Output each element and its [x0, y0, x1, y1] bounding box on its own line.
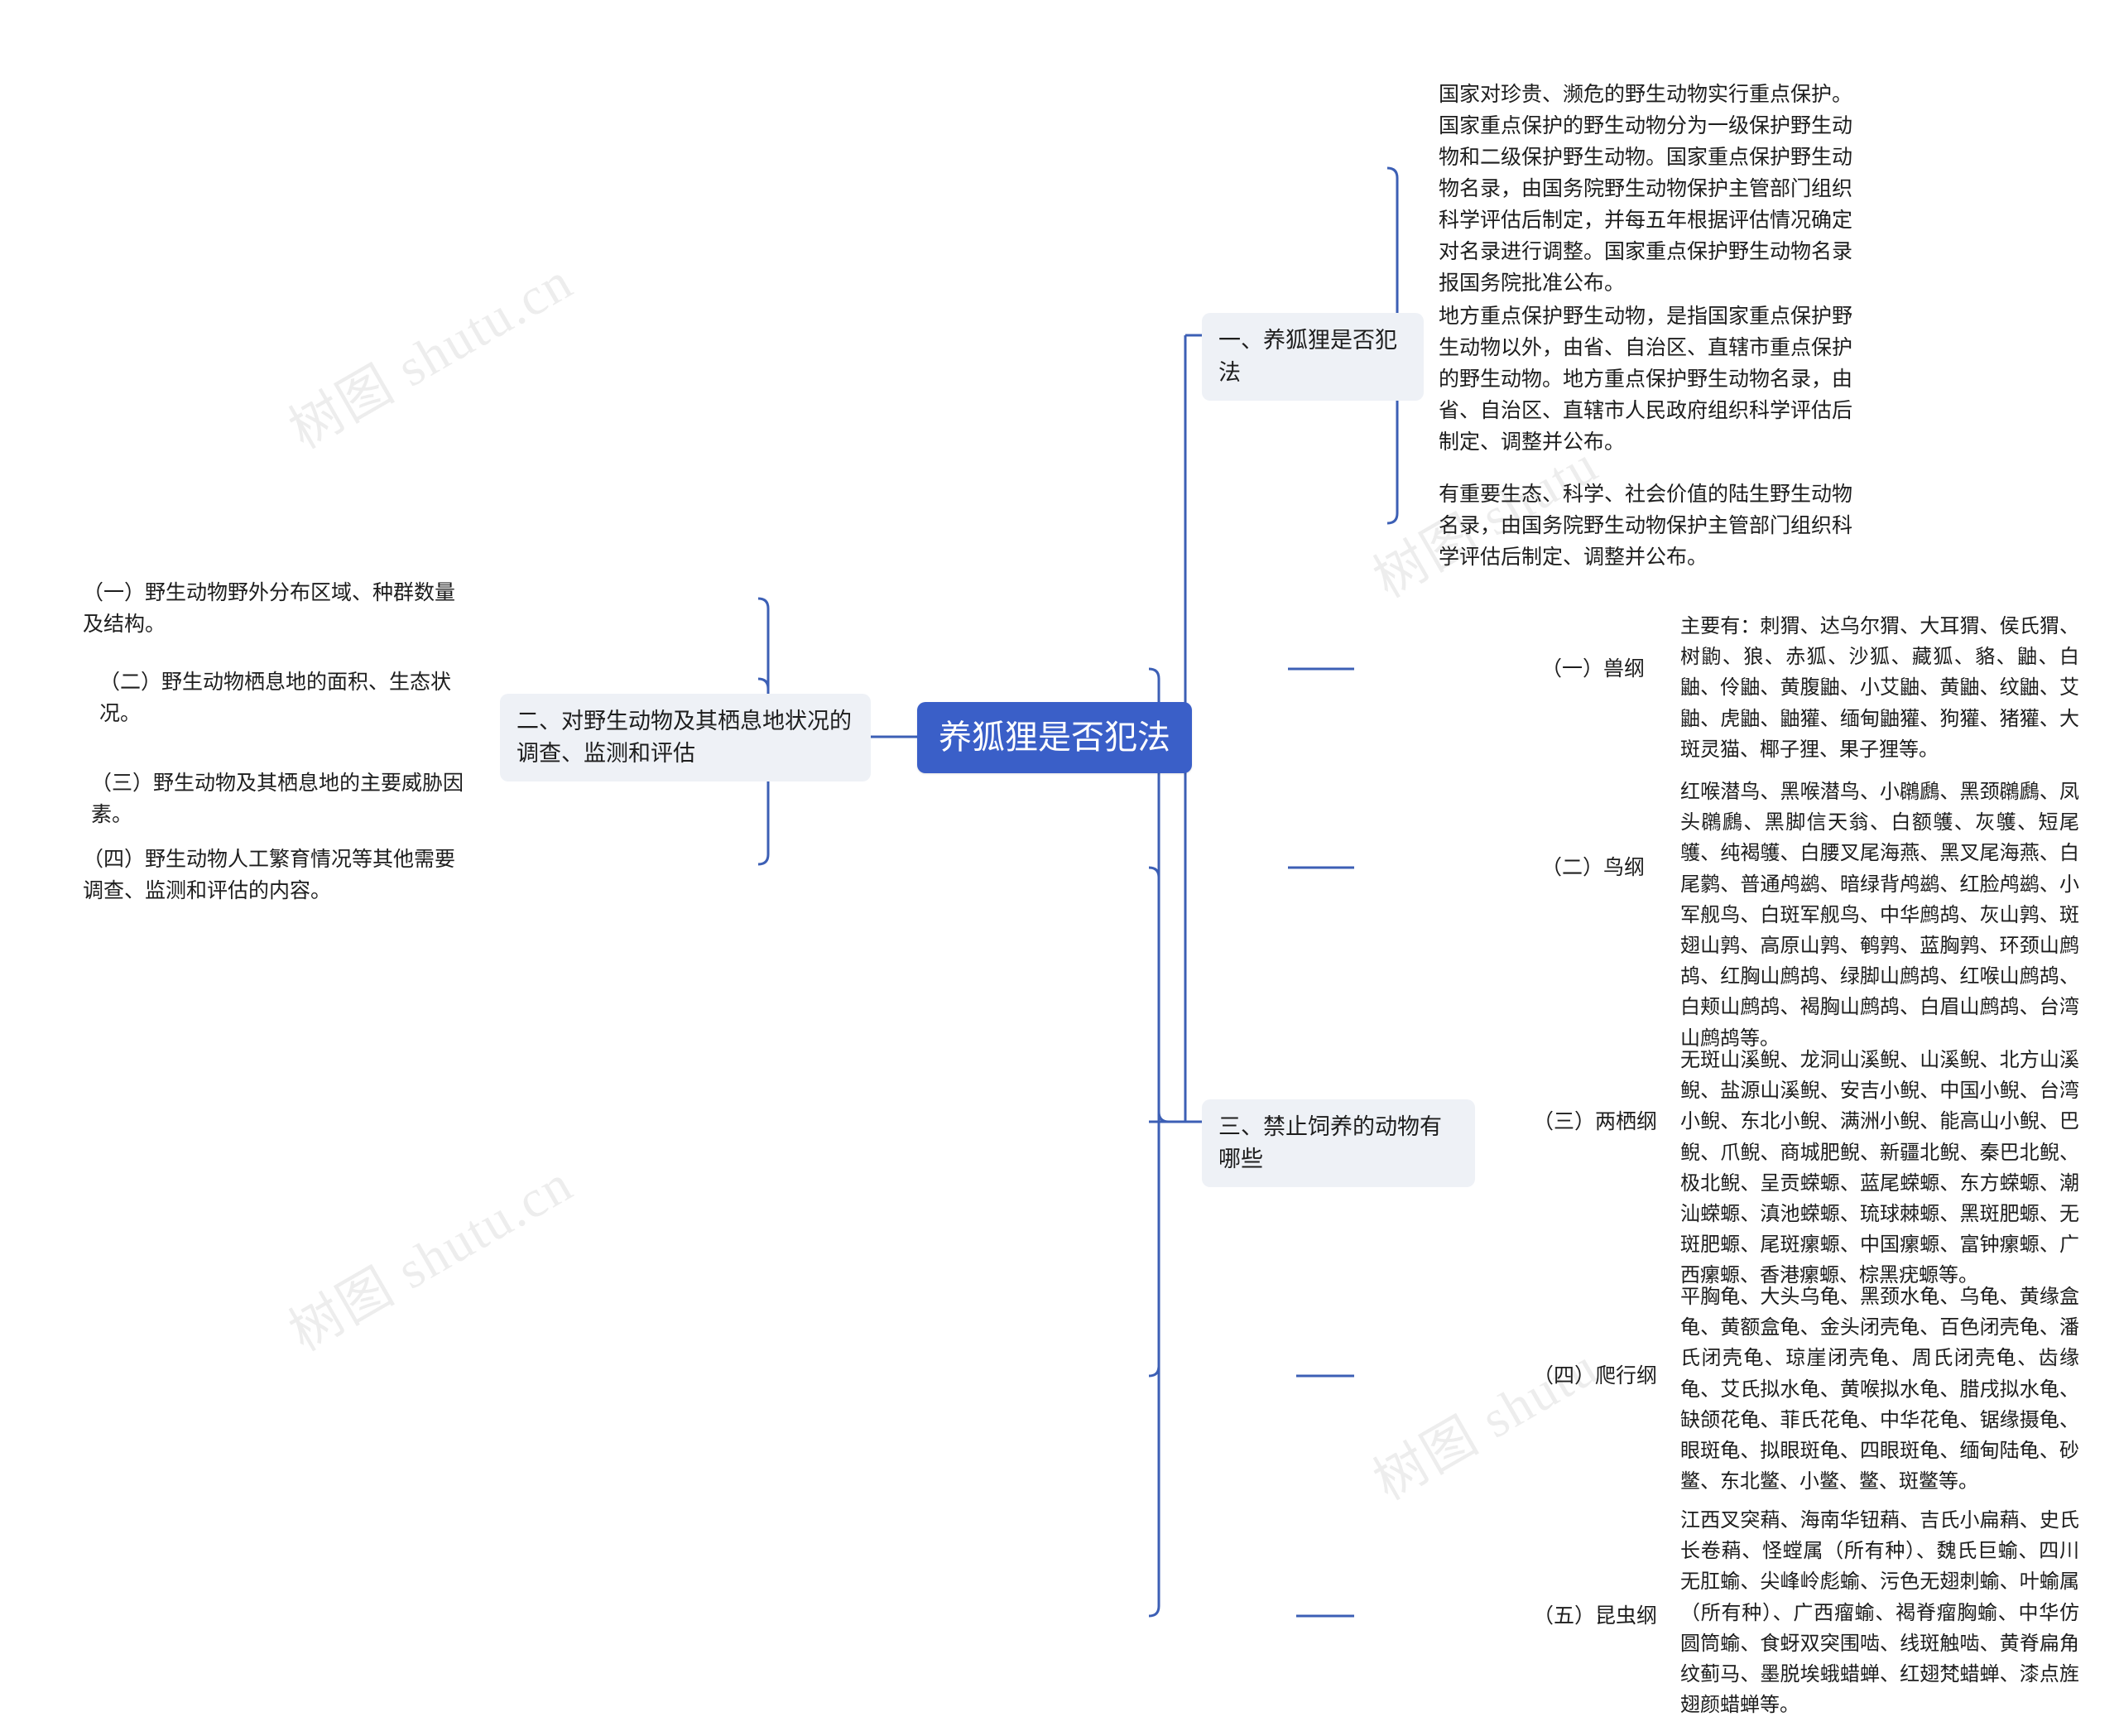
class-text-reptiles[interactable]: 平胸龟、大头乌龟、黑颈水龟、乌龟、黄缘盒龟、黄额盒龟、金头闭壳龟、百色闭壳龟、潘…	[1680, 1282, 2079, 1497]
branch-two-item-3[interactable]: （三）野生动物及其栖息地的主要威胁因素。	[91, 768, 468, 830]
branch-one-item-2[interactable]: 地方重点保护野生动物，是指国家重点保护野生动物以外，由省、自治区、直辖市重点保护…	[1439, 301, 1852, 458]
watermark: 树图 shutu	[1364, 1336, 1608, 1512]
watermark: 树图 shutu.cn	[280, 251, 583, 460]
class-text-mammals[interactable]: 主要有：刺猬、达乌尔猬、大耳猬、侯氏猬、树鼩、狼、赤狐、沙狐、藏狐、貉、鼬、白鼬…	[1680, 611, 2079, 765]
class-text-insects[interactable]: 江西叉突蕱、海南华钮蕱、吉氏小扁蕱、史氏长卷蕱、怪螳属（所有种）、魏氏巨蝓、四川…	[1680, 1505, 2079, 1720]
branch-two-item-2[interactable]: （二）野生动物栖息地的面积、生态状况。	[99, 667, 472, 729]
branch-one-item-1[interactable]: 国家对珍贵、濒危的野生动物实行重点保护。国家重点保护的野生动物分为一级保护野生动…	[1439, 79, 1852, 299]
class-text-birds[interactable]: 红喉潜鸟、黑喉潜鸟、小鸊鷉、黑颈鸊鷉、凤头鸊鷉、黑脚信天翁、白额鹱、灰鹱、短尾鹱…	[1680, 777, 2079, 1054]
branch-one-item-3[interactable]: 有重要生态、科学、社会价值的陆生野生动物名录，由国务院野生动物保护主管部门组织科…	[1439, 478, 1852, 573]
root-node[interactable]: 养狐狸是否犯法	[917, 702, 1192, 773]
mindmap-canvas: 树图 shutu.cn 树图 shutu.cn 树图 shutu 树图 shut…	[0, 0, 2119, 1736]
class-label-mammals[interactable]: （一）兽纲	[1541, 654, 1645, 685]
class-label-reptiles[interactable]: （四）爬行纲	[1533, 1361, 1657, 1392]
branch-node-two[interactable]: 二、对野生动物及其栖息地状况的调查、监测和评估	[500, 694, 871, 782]
class-text-amphibians[interactable]: 无斑山溪鲵、龙洞山溪鲵、山溪鲵、北方山溪鲵、盐源山溪鲵、安吉小鲵、中国小鲵、台湾…	[1680, 1045, 2079, 1291]
branch-node-three[interactable]: 三、禁止饲养的动物有哪些	[1202, 1099, 1475, 1188]
class-label-birds[interactable]: （二）鸟纲	[1541, 853, 1645, 884]
class-label-amphibians[interactable]: （三）两栖纲	[1533, 1107, 1657, 1138]
class-label-insects[interactable]: （五）昆虫纲	[1533, 1601, 1657, 1633]
branch-node-one[interactable]: 一、养狐狸是否犯法	[1202, 313, 1424, 402]
branch-two-item-4[interactable]: （四）野生动物人工繁育情况等其他需要调查、监测和评估的内容。	[83, 844, 464, 906]
branch-two-item-1[interactable]: （一）野生动物野外分布区域、种群数量及结构。	[83, 578, 468, 640]
watermark: 树图 shutu.cn	[280, 1153, 583, 1363]
